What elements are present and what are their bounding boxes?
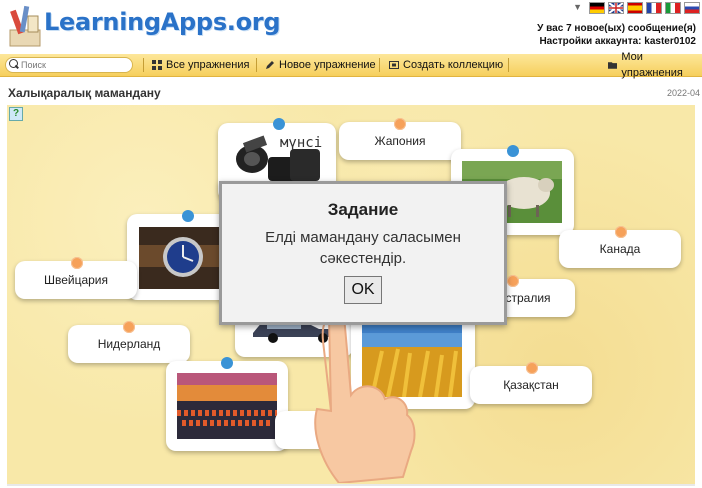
my-exercises-button[interactable]: Мои упражнения — [608, 51, 702, 79]
account-settings-link[interactable]: Настройки аккаунта: kaster0102 — [537, 35, 696, 48]
flag-fr-icon[interactable] — [646, 2, 662, 14]
language-flags: ▼ — [573, 2, 700, 14]
help-icon[interactable]: ? — [9, 107, 23, 121]
toolbar-divider — [379, 58, 380, 72]
pin-orange — [507, 275, 519, 287]
dialog-text: Елді мамандану саласымен сәкестендір. — [265, 229, 461, 267]
pin-blue — [221, 357, 233, 369]
new-exercise-button[interactable]: Новое упражнение — [265, 57, 376, 73]
pencil-icon — [266, 61, 274, 69]
grid-icon — [152, 60, 162, 70]
toolbar-divider — [508, 58, 509, 72]
flag-it-icon[interactable] — [665, 2, 681, 14]
pin-orange — [526, 362, 538, 374]
create-collection-label: Создать коллекцию — [403, 59, 504, 71]
logo-art-icon — [9, 5, 41, 47]
toolbar-divider — [143, 58, 144, 72]
flag-ru-icon[interactable] — [684, 2, 700, 14]
create-collection-button[interactable]: Создать коллекцию — [389, 57, 503, 73]
page-title: Халықаралық мамандану — [8, 86, 161, 100]
date-label: 2022-04 — [666, 88, 700, 98]
flag-uk-icon[interactable] — [608, 2, 624, 14]
card-label: Канада — [599, 242, 641, 256]
text-card-switzerland[interactable]: Швейцария — [15, 257, 137, 299]
card-label: стралия — [505, 291, 551, 305]
pin-orange — [394, 118, 406, 130]
divider — [7, 484, 695, 486]
card-label: Қазақстан — [503, 378, 559, 392]
toolbar-divider — [256, 58, 257, 72]
new-exercise-label: Новое упражнение — [279, 59, 376, 71]
messages-link[interactable]: У вас 7 новое(ых) сообщение(я) — [537, 22, 696, 35]
all-exercises-label: Все упражнения — [166, 59, 250, 71]
card-label: Швейцария — [43, 273, 109, 287]
pin-orange — [615, 226, 627, 238]
header: LearningApps.org ▼ У вас 7 новое(ых) соо… — [0, 0, 702, 54]
logo[interactable]: LearningApps.org — [44, 8, 281, 36]
my-exercises-label: Мои упражнения — [621, 51, 683, 79]
chevron-down-icon[interactable]: ▼ — [573, 2, 582, 14]
all-exercises-button[interactable]: Все упражнения — [152, 57, 249, 73]
collection-icon — [389, 61, 399, 69]
toolbar: Поиск Все упражнения Новое упражнение Со… — [0, 51, 702, 79]
text-card-netherlands[interactable]: Нидерланд — [68, 321, 190, 363]
flag-es-icon[interactable] — [627, 2, 643, 14]
camera-caption: мүнсі — [280, 135, 323, 151]
text-card-japan[interactable]: Жапония — [339, 118, 461, 160]
pin-orange — [71, 257, 83, 269]
dialog-title: Задание — [327, 200, 399, 219]
task-dialog: Задание Елді мамандану саласымен сәкесте… — [219, 181, 507, 325]
card-label: Жапония — [374, 134, 426, 148]
search-input[interactable]: Поиск — [5, 57, 133, 73]
text-card-canada[interactable]: Канада — [559, 226, 681, 268]
card-label: Нидерланд — [97, 337, 161, 351]
flag-de-icon[interactable] — [589, 2, 605, 14]
account-info: У вас 7 новое(ых) сообщение(я) Настройки… — [537, 22, 696, 48]
ok-button[interactable]: OK — [344, 276, 382, 304]
pin-blue — [507, 145, 519, 157]
text-card-kazakhstan[interactable]: Қазақстан — [470, 362, 592, 404]
pin-orange — [123, 321, 135, 333]
image-card-tulips[interactable] — [166, 357, 288, 451]
pin-blue — [273, 118, 285, 130]
watch-image — [139, 227, 219, 289]
exercise-stage: ? мүнсі Жапония Канада Швейцария стралия… — [7, 105, 695, 484]
pointing-hand-icon — [314, 314, 416, 483]
folder-icon — [608, 62, 618, 69]
pin-blue — [182, 210, 194, 222]
tulips-image — [177, 373, 277, 439]
